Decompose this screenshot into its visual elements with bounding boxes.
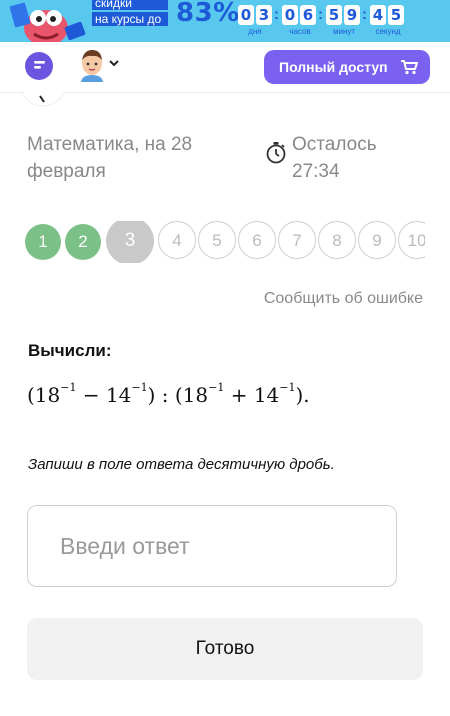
formula-part: ). — [295, 383, 310, 407]
task-hint: Запиши в поле ответа десятичную дробь. — [28, 456, 335, 473]
question-9-button[interactable]: 9 — [358, 221, 396, 259]
task-formula: (18−1 − 14−1) : (18−1 + 14−1). — [27, 381, 310, 407]
countdown-seconds-label: секунд — [375, 27, 401, 36]
question-2-button[interactable]: 2 — [65, 224, 101, 260]
question-1-button[interactable]: 1 — [25, 224, 61, 260]
formula-exponent: −1 — [208, 381, 225, 395]
formula-part: ) : (18 — [147, 383, 209, 407]
countdown-separator: : — [274, 6, 279, 23]
user-avatar[interactable] — [78, 48, 106, 82]
formula-exponent: −1 — [60, 381, 77, 395]
countdown-digit: 3 — [256, 5, 272, 25]
back-button[interactable] — [20, 92, 66, 108]
countdown-separator: : — [362, 6, 367, 23]
discount-value: 83% — [176, 0, 240, 28]
promo-text: скидки на курсы до — [92, 0, 168, 28]
question-7-button[interactable]: 7 — [278, 221, 316, 259]
formula-part: (18 — [27, 383, 61, 407]
question-3-button[interactable]: 3 — [106, 221, 154, 263]
task-label: Вычисли: — [28, 341, 112, 360]
timer-value: 27:34 — [292, 161, 340, 182]
question-4-button[interactable]: 4 — [158, 221, 196, 259]
full-access-button[interactable]: Полный доступ — [264, 50, 430, 84]
formula-part: + 14 — [224, 383, 280, 407]
countdown-digit: 6 — [300, 5, 316, 25]
timer-label: Осталось — [292, 134, 377, 155]
question-10-button[interactable]: 10 — [398, 221, 425, 259]
countdown-digit: 9 — [344, 5, 360, 25]
countdown-digit: 0 — [282, 5, 298, 25]
countdown-digit: 5 — [388, 5, 404, 25]
countdown-days-label: дня — [248, 27, 262, 36]
formula-part: − 14 — [76, 383, 132, 407]
app-header: Полный доступ — [0, 42, 450, 93]
submit-button[interactable]: Готово — [27, 618, 423, 680]
answer-input[interactable] — [27, 505, 397, 587]
countdown-hours-label: часов — [289, 27, 311, 36]
promo-banner[interactable]: скидки на курсы до 83% 0 3 : 0 6 : 5 9 :… — [0, 0, 450, 42]
timer: Осталось 27:34 — [292, 131, 432, 185]
formula-exponent: −1 — [131, 381, 148, 395]
formula-exponent: −1 — [279, 381, 296, 395]
chat-icon — [32, 61, 45, 74]
question-6-button[interactable]: 6 — [238, 221, 276, 259]
chevron-down-icon[interactable] — [108, 57, 120, 69]
promo-line-1: скидки — [92, 0, 168, 10]
mascot-icon — [9, 2, 86, 42]
stopwatch-icon — [266, 142, 286, 164]
countdown-digit: 4 — [370, 5, 386, 25]
full-access-label: Полный доступ — [279, 59, 388, 75]
question-5-button[interactable]: 5 — [198, 221, 236, 259]
cart-icon — [401, 60, 418, 75]
back-arrow-icon — [21, 92, 65, 107]
quiz-subject: Математика, на 28 февраля — [27, 134, 193, 182]
promo-line-2: на курсы до — [92, 12, 168, 26]
countdown-minutes-label: минут — [332, 27, 356, 36]
countdown-separator: : — [318, 6, 323, 23]
report-error-link[interactable]: Сообщить об ошибке — [264, 290, 423, 308]
submit-label: Готово — [195, 638, 255, 659]
chat-button[interactable] — [25, 52, 53, 80]
question-navigation: 1 2 3 4 5 6 7 8 9 10 — [25, 221, 425, 263]
countdown-digit: 5 — [326, 5, 342, 25]
countdown-digit: 0 — [238, 5, 254, 25]
question-8-button[interactable]: 8 — [318, 221, 356, 259]
